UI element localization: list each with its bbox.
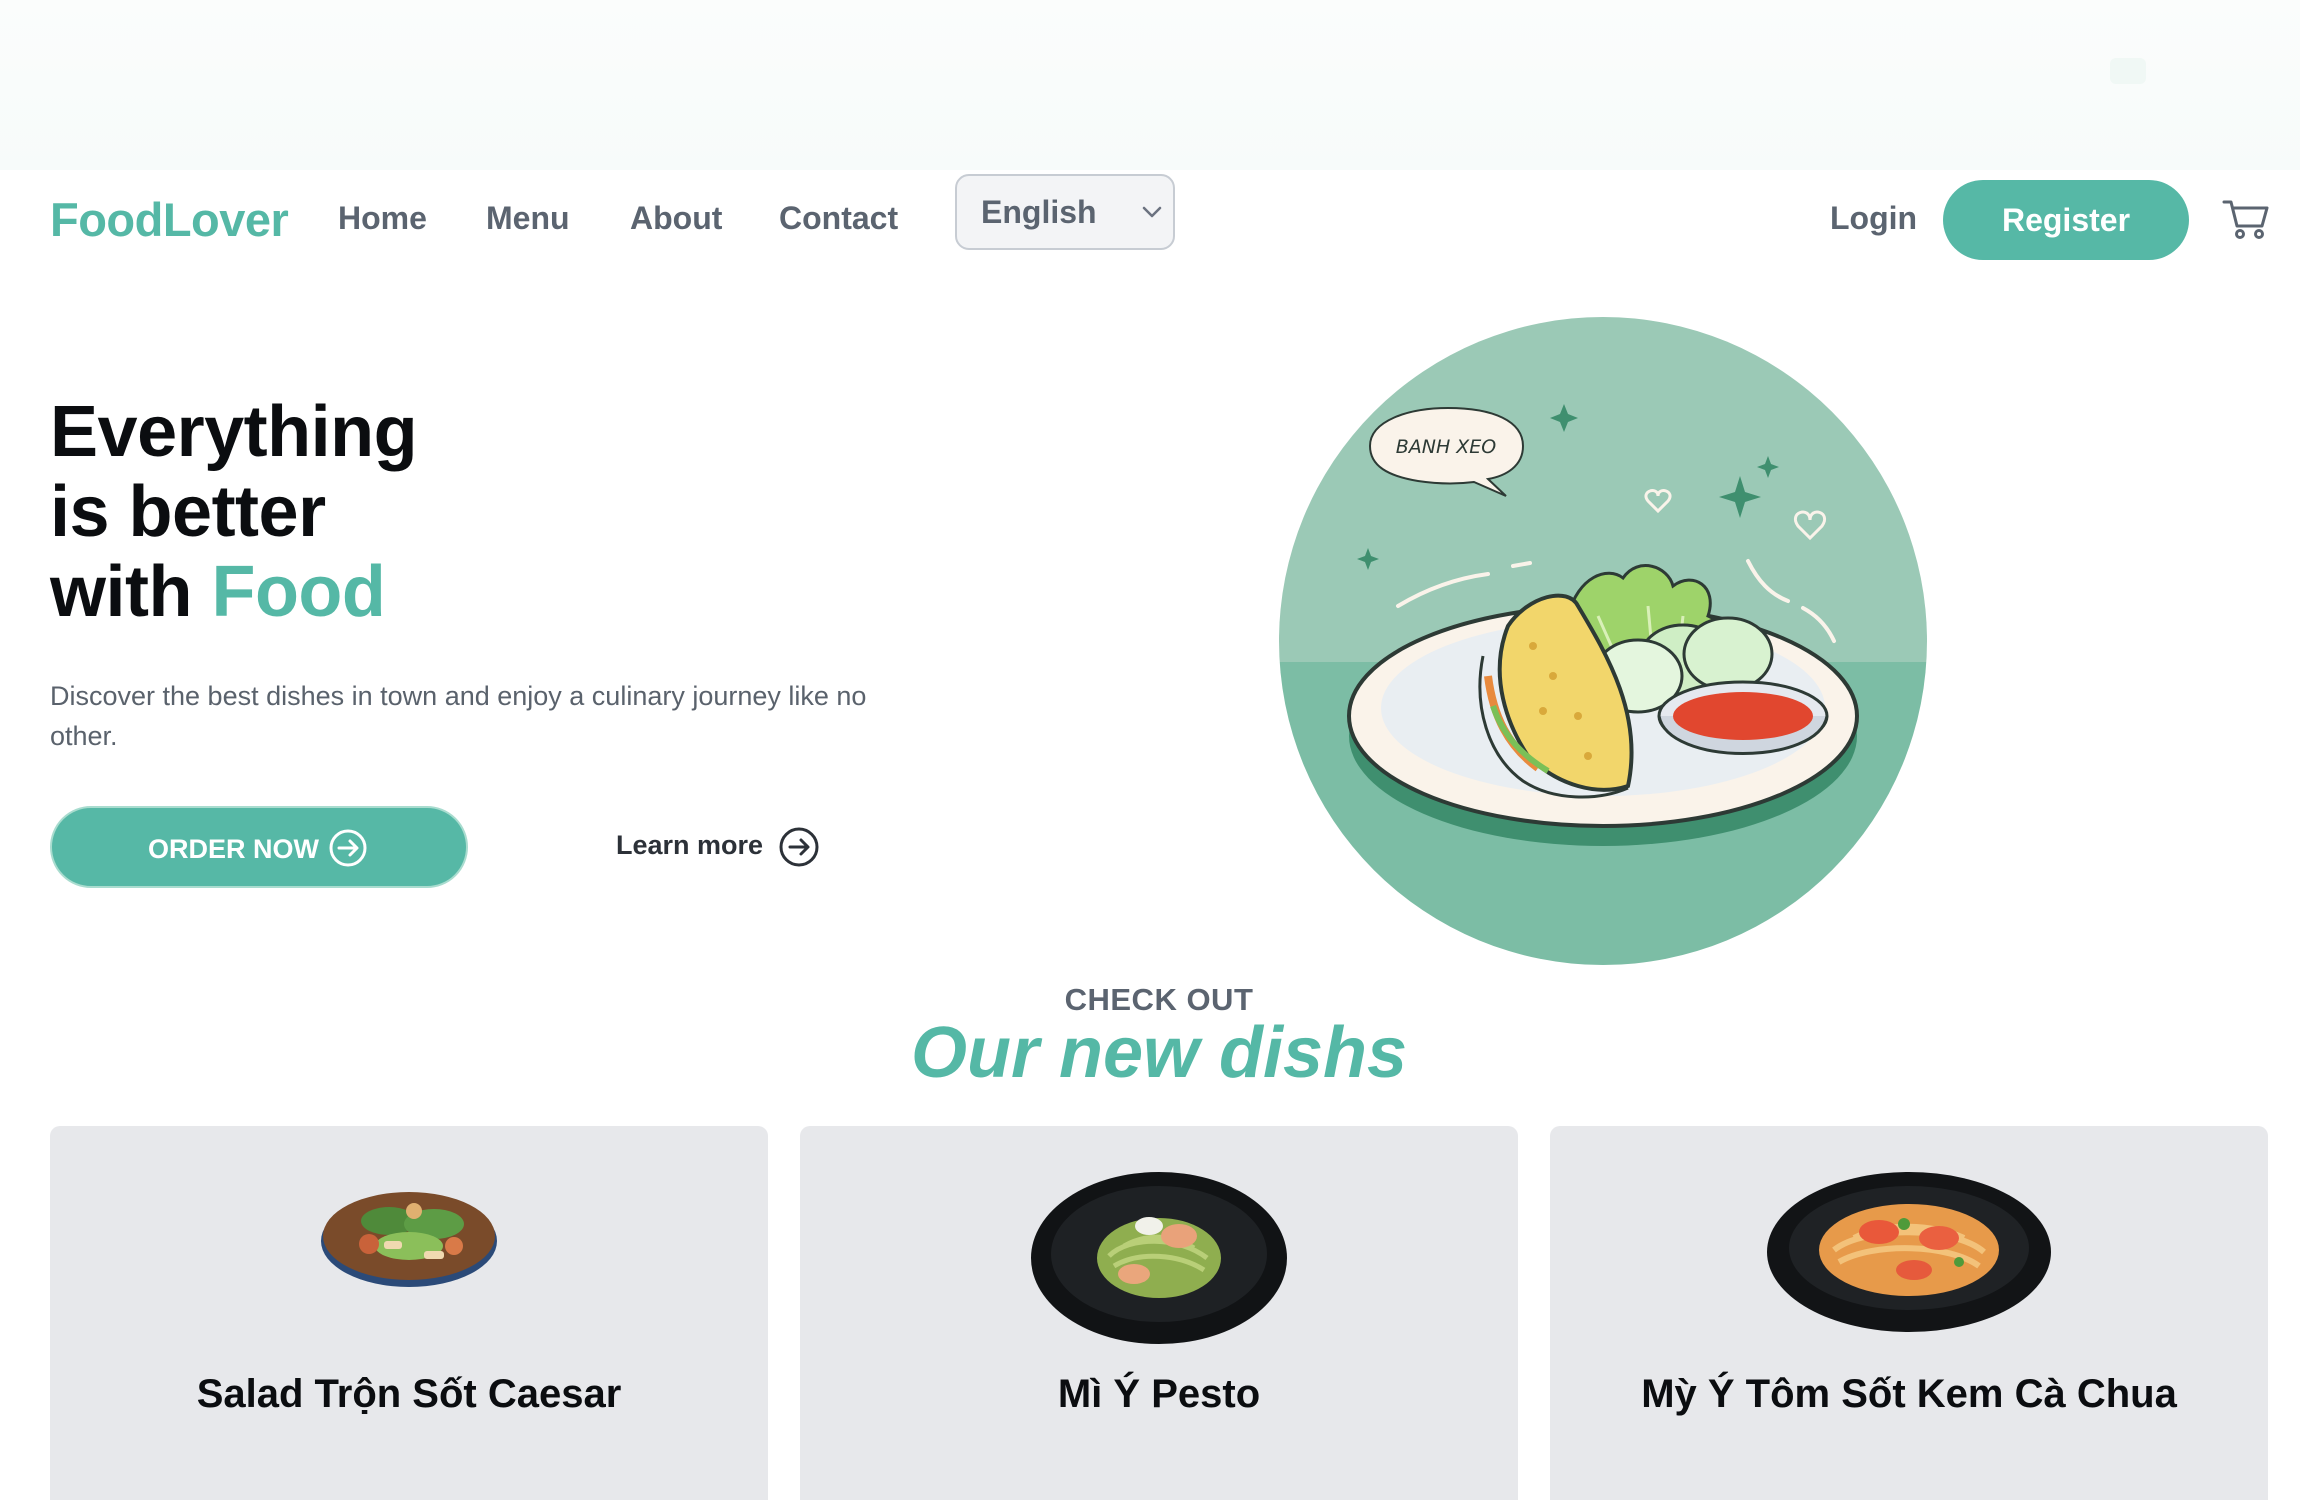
section-title: Our new dishs [910,1013,1408,1093]
hero-title-prefix: with [50,552,212,632]
arrow-circle-right-icon [328,828,368,875]
language-selected: English [981,194,1097,230]
hero-title-accent: Food [211,552,386,632]
nav-about[interactable]: About [630,200,722,237]
login-link[interactable]: Login [1830,200,1917,237]
nav-contact[interactable]: Contact [779,200,898,237]
dish-card[interactable]: Mỳ Ý Tôm Sốt Kem Cà Chua [1550,1126,2268,1500]
logo[interactable]: FoodLover [50,192,289,247]
dish-card[interactable]: Salad Trộn Sốt Caesar [50,1126,768,1500]
hero-description: Discover the best dishes in town and enj… [50,681,867,751]
learn-more-link[interactable]: Learn more [616,830,763,861]
hero-title-line3: with Food [50,552,417,632]
nav-home[interactable]: Home [338,200,427,237]
dish-name: Mỳ Ý Tôm Sốt Kem Cà Chua [1641,1372,2177,1416]
dish-image [1550,1166,2268,1341]
navbar: FoodLover Home Menu About Contact Englis… [0,170,2300,270]
top-blank-area [0,0,2300,170]
register-button[interactable]: Register [1943,180,2189,260]
dish-image [800,1166,1518,1351]
banh-xeo-illustration: BANH XEO [1278,316,1928,971]
hero-title-line2: is better [50,472,326,552]
cart-icon[interactable] [2222,196,2270,247]
arrow-circle-right-icon[interactable] [778,826,820,873]
dish-name: Salad Trộn Sốt Caesar [196,1372,622,1416]
hero-title: Everything is better with Food [50,392,418,632]
chevron-down-icon [1141,204,1163,225]
dish-name: Mì Ý Pesto [1057,1372,1261,1416]
order-now-label: ORDER NOW [148,834,319,864]
language-select[interactable]: English [955,174,1175,250]
dish-image [50,1166,768,1301]
hero-title-line1: Everything [50,392,418,472]
illustration-caption: BANH XEO [1396,436,1497,458]
nav-menu[interactable]: Menu [486,200,570,237]
order-now-button[interactable]: ORDER NOW [50,806,468,888]
dish-card[interactable]: Mì Ý Pesto [800,1126,1518,1500]
